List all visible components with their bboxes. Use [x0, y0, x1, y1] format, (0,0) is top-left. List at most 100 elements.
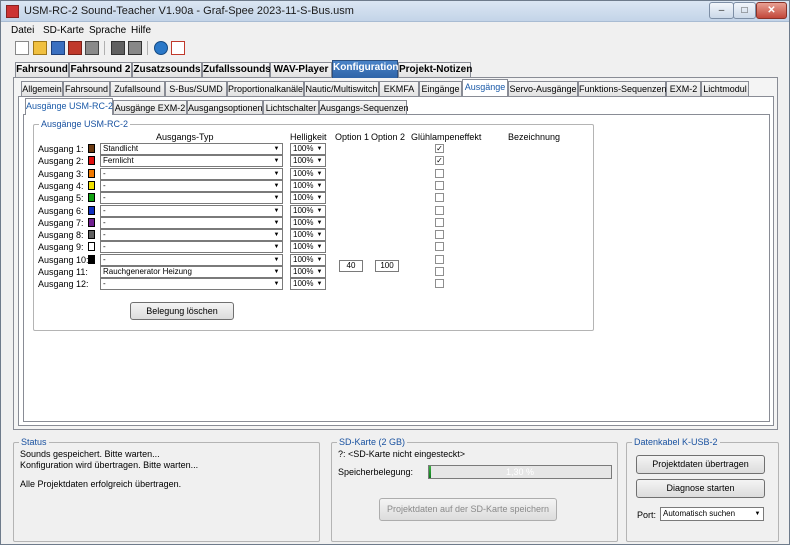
brightness-select[interactable]: 100% ▼	[290, 217, 326, 229]
tab-exm-2[interactable]: EXM-2	[666, 81, 701, 96]
tab-konfiguration[interactable]: Konfiguration	[332, 60, 399, 78]
chevron-down-icon[interactable]: ▼	[314, 255, 325, 265]
brightness-select[interactable]: 100% ▼	[290, 229, 326, 241]
chevron-down-icon[interactable]: ▼	[314, 218, 325, 228]
bulb-effect-checkbox[interactable]	[435, 193, 444, 202]
start-diagnose-button[interactable]: Diagnose starten	[636, 479, 765, 498]
tab-wav-player[interactable]: WAV-Player	[270, 62, 332, 77]
document-icon[interactable]	[171, 41, 185, 55]
output-type-select[interactable]: - ▼	[100, 217, 283, 229]
chevron-down-icon[interactable]: ▼	[271, 181, 282, 191]
brightness-select[interactable]: 100% ▼	[290, 266, 326, 278]
bulb-effect-checkbox[interactable]	[435, 230, 444, 239]
tab-allgemein[interactable]: Allgemein	[21, 81, 63, 96]
menu-language[interactable]: Sprache	[89, 25, 126, 36]
brightness-select[interactable]: 100% ▼	[290, 143, 326, 155]
brightness-select[interactable]: 100% ▼	[290, 254, 326, 266]
tab-projekt-notizen[interactable]: Projekt-Notizen	[398, 62, 472, 77]
chevron-down-icon[interactable]: ▼	[314, 169, 325, 179]
output-type-select[interactable]: Standlicht ▼	[100, 143, 283, 155]
tab-proportionalkanaele[interactable]: Proportionalkanäle	[227, 81, 304, 96]
tab-zusatzsounds[interactable]: Zusatzsounds	[132, 62, 202, 77]
menu-sd-card[interactable]: SD-Karte	[43, 25, 84, 36]
chevron-down-icon[interactable]: ▼	[314, 267, 325, 277]
tab-ausgaenge[interactable]: Ausgänge	[462, 79, 508, 96]
output-type-select[interactable]: - ▼	[100, 254, 283, 266]
chevron-down-icon[interactable]: ▼	[271, 144, 282, 154]
chevron-down-icon[interactable]: ▼	[314, 230, 325, 240]
tab-funktions-sequenzen[interactable]: Funktions-Sequenzen	[578, 81, 667, 96]
chevron-down-icon[interactable]: ▼	[752, 508, 763, 520]
chevron-down-icon[interactable]: ▼	[271, 255, 282, 265]
chevron-down-icon[interactable]: ▼	[314, 181, 325, 191]
brightness-select[interactable]: 100% ▼	[290, 168, 326, 180]
minimize-button[interactable]: –	[709, 2, 734, 19]
tab-eingaenge[interactable]: Eingänge	[419, 81, 462, 96]
tab-nautic-multiswitch[interactable]: Nautic/Multiswitch	[304, 81, 379, 96]
tab-zufallsound[interactable]: Zufallsound	[110, 81, 165, 96]
chevron-down-icon[interactable]: ▼	[271, 193, 282, 203]
tab-zufallssounds[interactable]: Zufallssounds	[202, 62, 271, 77]
tab-fahrsound[interactable]: Fahrsound	[15, 62, 69, 77]
chevron-down-icon[interactable]: ▼	[314, 144, 325, 154]
maximize-button[interactable]: □	[733, 2, 756, 19]
bulb-effect-checkbox[interactable]	[435, 242, 444, 251]
chevron-down-icon[interactable]: ▼	[271, 279, 282, 289]
brightness-select[interactable]: 100% ▼	[290, 205, 326, 217]
output-type-select[interactable]: - ▼	[100, 241, 283, 253]
tab-ausgangsoptionen[interactable]: Ausgangsoptionen	[187, 100, 263, 115]
bulb-effect-checkbox[interactable]	[435, 255, 444, 264]
clear-assignment-button[interactable]: Belegung löschen	[130, 302, 234, 320]
chevron-down-icon[interactable]: ▼	[314, 156, 325, 166]
option-2-input[interactable]: 100	[375, 260, 399, 272]
tab-ausgaenge-exm-2[interactable]: Ausgänge EXM-2	[113, 100, 187, 115]
chevron-down-icon[interactable]: ▼	[271, 230, 282, 240]
bulb-effect-checkbox[interactable]	[435, 218, 444, 227]
tab-lichtschalter[interactable]: Lichtschalter	[263, 100, 319, 115]
output-type-select[interactable]: - ▼	[100, 229, 283, 241]
output-type-select[interactable]: - ▼	[100, 180, 283, 192]
menu-help[interactable]: Hilfe	[131, 25, 151, 36]
option-1-input[interactable]: 40	[339, 260, 363, 272]
print-icon[interactable]	[85, 41, 99, 55]
chevron-down-icon[interactable]: ▼	[271, 169, 282, 179]
save-to-sd-button[interactable]: Projektdaten auf der SD-Karte speichern	[379, 498, 557, 521]
sd-card-icon[interactable]	[111, 41, 125, 55]
new-file-icon[interactable]	[15, 41, 29, 55]
output-type-select[interactable]: Fernlicht ▼	[100, 155, 283, 167]
save-as-icon[interactable]	[68, 41, 82, 55]
menu-file[interactable]: Datei	[11, 25, 34, 36]
title-bar[interactable]: USM-RC-2 Sound-Teacher V1.90a - Graf-Spe…	[1, 1, 789, 22]
tab-sbus-sumd[interactable]: S-Bus/SUMD	[165, 81, 227, 96]
chevron-down-icon[interactable]: ▼	[271, 206, 282, 216]
bulb-effect-checkbox[interactable]	[435, 169, 444, 178]
brightness-select[interactable]: 100% ▼	[290, 180, 326, 192]
output-type-select[interactable]: - ▼	[100, 278, 283, 290]
chevron-down-icon[interactable]: ▼	[271, 218, 282, 228]
chevron-down-icon[interactable]: ▼	[271, 156, 282, 166]
bulb-effect-checkbox[interactable]	[435, 267, 444, 276]
close-button[interactable]: ✕	[756, 2, 787, 19]
save-icon[interactable]	[51, 41, 65, 55]
tab-lichtmodul[interactable]: Lichtmodul	[701, 81, 749, 96]
tab-servo-ausgaenge[interactable]: Servo-Ausgänge	[508, 81, 578, 96]
tab-ausgaenge-usm-rc-2[interactable]: Ausgänge USM-RC-2	[25, 98, 113, 115]
tab-ausgangs-sequenzen[interactable]: Ausgangs-Sequenzen	[319, 100, 409, 115]
open-folder-icon[interactable]	[33, 41, 47, 55]
port-select[interactable]: Automatisch suchen ▼	[660, 507, 764, 521]
transfer-project-button[interactable]: Projektdaten übertragen	[636, 455, 765, 474]
output-type-select[interactable]: - ▼	[100, 168, 283, 180]
chevron-down-icon[interactable]: ▼	[314, 279, 325, 289]
bulb-effect-checkbox[interactable]: ✓	[435, 144, 444, 153]
brightness-select[interactable]: 100% ▼	[290, 155, 326, 167]
bulb-effect-checkbox[interactable]	[435, 206, 444, 215]
chevron-down-icon[interactable]: ▼	[271, 242, 282, 252]
output-type-select[interactable]: - ▼	[100, 205, 283, 217]
brightness-select[interactable]: 100% ▼	[290, 278, 326, 290]
tab-fahrsound-2[interactable]: Fahrsound 2	[69, 62, 132, 77]
tab-ekmfa[interactable]: EKMFA	[379, 81, 419, 96]
tab-fahrsound-config[interactable]: Fahrsound	[63, 81, 110, 96]
sound-icon[interactable]	[154, 41, 168, 55]
brightness-select[interactable]: 100% ▼	[290, 192, 326, 204]
chevron-down-icon[interactable]: ▼	[314, 193, 325, 203]
